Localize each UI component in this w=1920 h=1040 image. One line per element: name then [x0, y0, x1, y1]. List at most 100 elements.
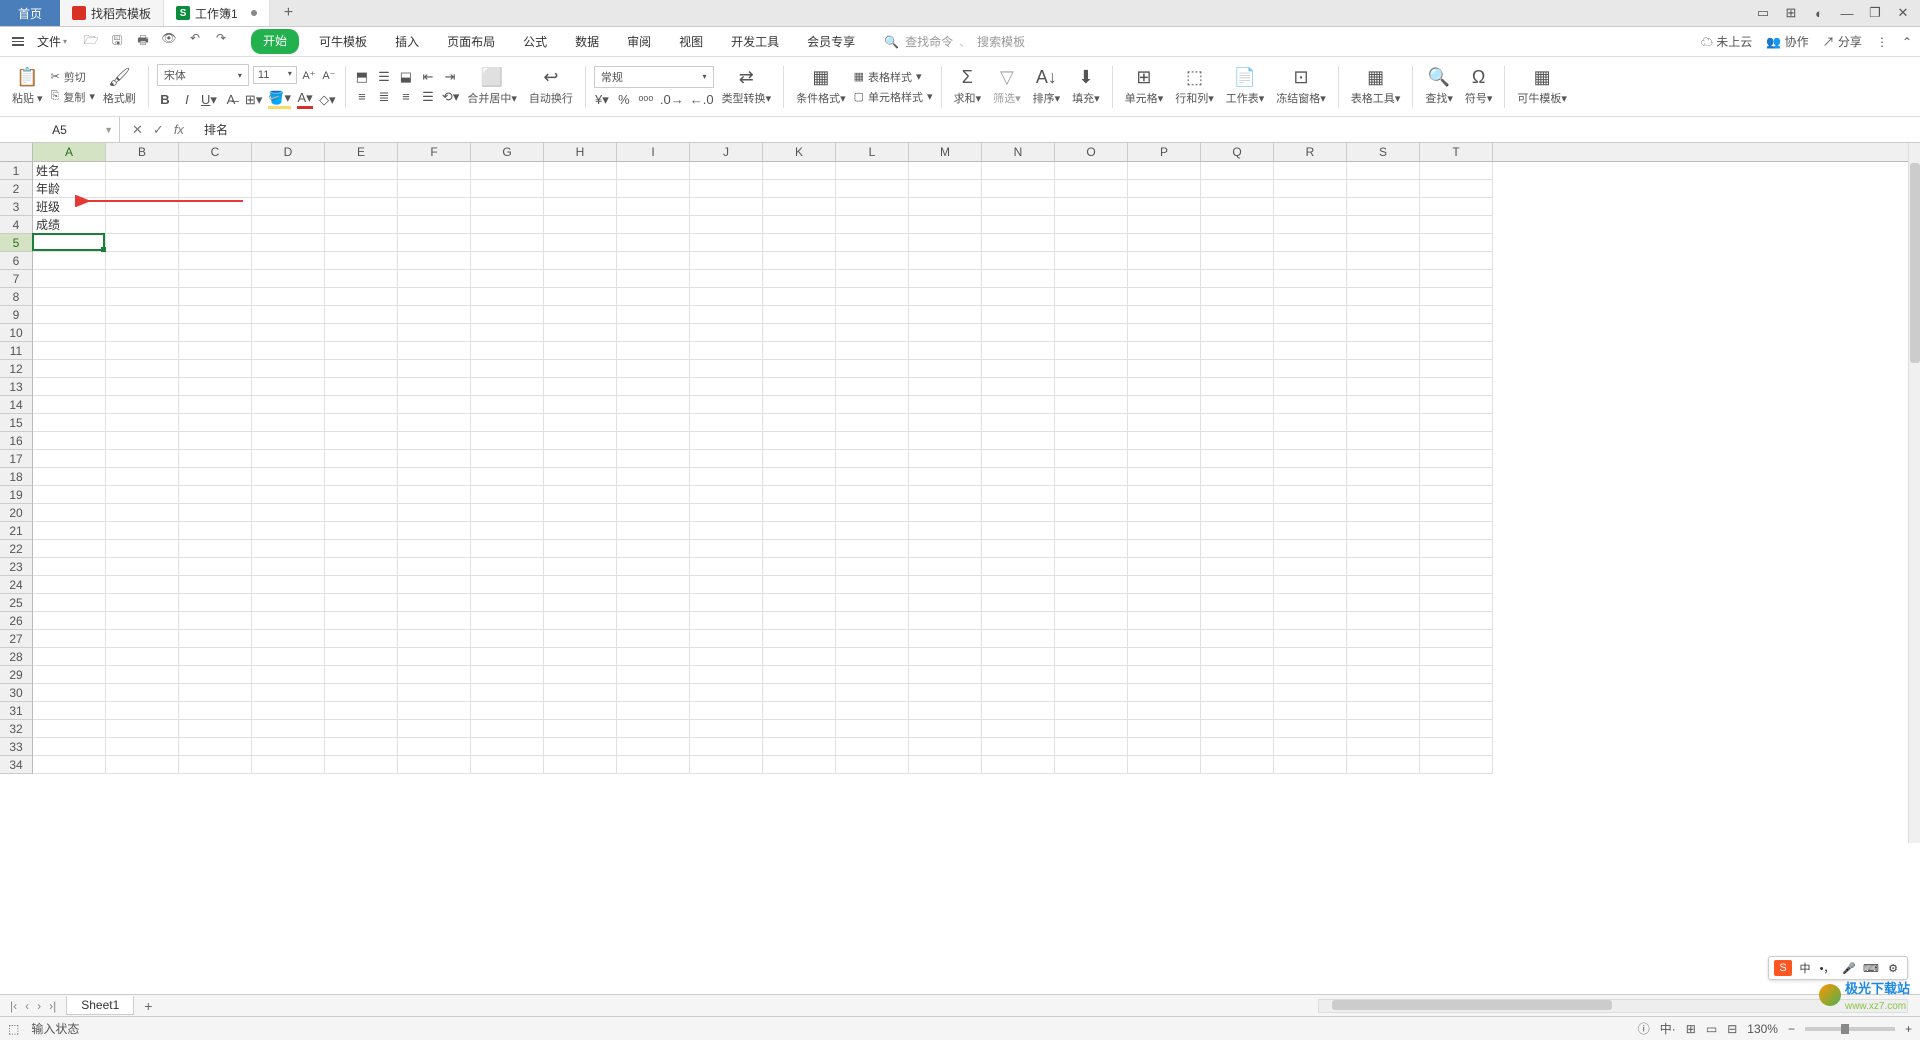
cell[interactable] — [1128, 468, 1201, 486]
cell[interactable] — [1420, 684, 1493, 702]
cell[interactable] — [252, 324, 325, 342]
cell[interactable] — [1055, 738, 1128, 756]
cell[interactable] — [909, 630, 982, 648]
cell[interactable] — [836, 252, 909, 270]
justify-icon[interactable]: ☰ — [420, 89, 436, 105]
cell[interactable] — [398, 378, 471, 396]
cell[interactable] — [836, 522, 909, 540]
cell[interactable] — [1420, 612, 1493, 630]
cell[interactable] — [398, 756, 471, 774]
cell[interactable] — [1420, 756, 1493, 774]
cell[interactable] — [252, 450, 325, 468]
cell[interactable] — [33, 576, 106, 594]
fx-icon[interactable]: fx — [174, 122, 184, 137]
cell[interactable] — [544, 342, 617, 360]
cell[interactable] — [909, 324, 982, 342]
coop-button[interactable]: 👥 协作 — [1766, 33, 1808, 50]
cell[interactable] — [617, 360, 690, 378]
cell[interactable] — [1201, 252, 1274, 270]
tab-page-layout[interactable]: 页面布局 — [439, 29, 503, 54]
cell[interactable] — [982, 468, 1055, 486]
cell[interactable] — [106, 684, 179, 702]
cell[interactable]: 班级 — [33, 198, 106, 216]
cell[interactable] — [1274, 522, 1347, 540]
cell[interactable] — [690, 378, 763, 396]
cell[interactable] — [544, 252, 617, 270]
underline-button[interactable]: U▾ — [201, 92, 217, 108]
format-painter-button[interactable]: 🖌 格式刷 — [99, 67, 140, 106]
row-header-11[interactable]: 11 — [0, 342, 32, 360]
cell[interactable] — [252, 702, 325, 720]
cell[interactable] — [1347, 720, 1420, 738]
cell[interactable] — [1420, 666, 1493, 684]
col-header-T[interactable]: T — [1420, 143, 1493, 161]
cell[interactable] — [471, 234, 544, 252]
cell[interactable] — [690, 288, 763, 306]
cell[interactable] — [617, 306, 690, 324]
cell[interactable] — [1201, 360, 1274, 378]
cell[interactable] — [982, 684, 1055, 702]
cell[interactable] — [252, 432, 325, 450]
cell[interactable] — [617, 558, 690, 576]
cell[interactable] — [471, 216, 544, 234]
cell[interactable] — [106, 378, 179, 396]
cell[interactable] — [1420, 216, 1493, 234]
grid-icon[interactable]: ⊞ — [1782, 4, 1800, 22]
cell[interactable] — [544, 162, 617, 180]
cell[interactable] — [1347, 756, 1420, 774]
vscroll-thumb[interactable] — [1910, 163, 1920, 363]
cell[interactable] — [398, 540, 471, 558]
cell[interactable] — [1201, 630, 1274, 648]
cell[interactable] — [617, 324, 690, 342]
cell[interactable] — [1201, 702, 1274, 720]
cell[interactable] — [1055, 162, 1128, 180]
col-header-N[interactable]: N — [982, 143, 1055, 161]
cell[interactable] — [252, 162, 325, 180]
col-header-F[interactable]: F — [398, 143, 471, 161]
cell[interactable] — [617, 720, 690, 738]
cell[interactable]: 年龄 — [33, 180, 106, 198]
cell[interactable] — [836, 594, 909, 612]
cell[interactable] — [471, 360, 544, 378]
row-header-28[interactable]: 28 — [0, 648, 32, 666]
cell[interactable] — [1420, 252, 1493, 270]
tab-start[interactable]: 开始 — [251, 29, 299, 54]
cell[interactable] — [33, 450, 106, 468]
cell[interactable] — [617, 756, 690, 774]
cell[interactable] — [1201, 666, 1274, 684]
cell[interactable] — [1128, 720, 1201, 738]
cell[interactable] — [471, 342, 544, 360]
cell[interactable] — [982, 234, 1055, 252]
cell[interactable] — [1055, 702, 1128, 720]
cell[interactable] — [471, 756, 544, 774]
cell[interactable] — [690, 558, 763, 576]
cell[interactable] — [1347, 180, 1420, 198]
cell[interactable] — [1201, 720, 1274, 738]
merge-button[interactable]: ⬜ 合并居中▾ — [463, 67, 521, 106]
cell[interactable] — [909, 666, 982, 684]
cell[interactable] — [325, 288, 398, 306]
cell[interactable] — [106, 702, 179, 720]
cell[interactable] — [1128, 288, 1201, 306]
cell[interactable] — [763, 702, 836, 720]
cell[interactable] — [1201, 162, 1274, 180]
cell[interactable] — [471, 378, 544, 396]
cell[interactable] — [106, 288, 179, 306]
cell[interactable] — [982, 270, 1055, 288]
cell[interactable] — [1347, 558, 1420, 576]
cell[interactable] — [1201, 270, 1274, 288]
cell[interactable] — [325, 432, 398, 450]
cell[interactable] — [690, 360, 763, 378]
ime-mic-icon[interactable]: 🎤 — [1840, 960, 1858, 976]
cell[interactable] — [982, 342, 1055, 360]
cell[interactable] — [1055, 198, 1128, 216]
cell[interactable] — [690, 342, 763, 360]
cell[interactable] — [836, 720, 909, 738]
cell[interactable] — [325, 270, 398, 288]
cell[interactable] — [33, 252, 106, 270]
cell[interactable] — [252, 720, 325, 738]
cell[interactable] — [33, 504, 106, 522]
cell[interactable] — [398, 252, 471, 270]
cell[interactable] — [398, 180, 471, 198]
cell[interactable] — [252, 396, 325, 414]
